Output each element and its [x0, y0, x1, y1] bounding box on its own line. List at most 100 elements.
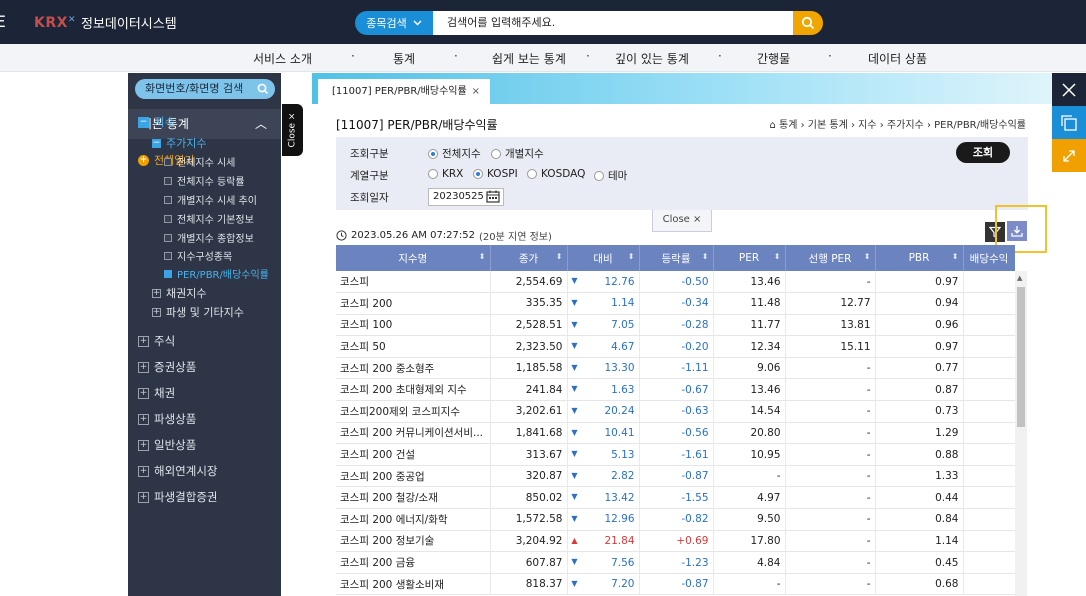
radio-kospi[interactable]: KOSPI [473, 168, 518, 180]
sidebar-tree-item[interactable]: 전체지수 기본정보 [164, 211, 254, 226]
cell-dividend-yield [963, 486, 1015, 510]
cell-forward-per: 12.77 [785, 292, 876, 315]
sidebar-tree-item[interactable]: 전체지수 등락률 [164, 173, 245, 188]
sidebar-tree-item[interactable]: + 해외연계시장 [138, 463, 217, 479]
table-row[interactable]: 코스피 200 335.35 ▼ 1.14 -0.34 11.48 12.77 0.94 [336, 292, 1015, 315]
radio-all-indices[interactable]: 전체지수 [428, 146, 481, 161]
top-header: Ξ KRX✕ 정보데이터시스템 종목검색 검색어를 입력해주세요. [0, 0, 1086, 44]
radio-kosdaq[interactable]: KOSDAQ [527, 168, 585, 180]
sidebar-tree-item[interactable]: + 일반상품 [138, 437, 196, 453]
tab-close-icon[interactable]: × [472, 79, 480, 104]
table-row[interactable]: 코스피 200 중소형주 1,185.58 ▼ 13.30 -1.11 9.06 - 0.77 [336, 357, 1015, 380]
table-row[interactable]: 코스피 200 초대형제외 지수 241.84 ▼ 1.63 -0.67 13.46 - 0.… [336, 378, 1015, 402]
menu-service-intro[interactable]: 서비스 소개 [253, 50, 312, 67]
sidebar-screen-search[interactable]: 화면번호/화면명 검색 [135, 79, 275, 99]
table-row[interactable]: 코스피 200 정보기술 3,204.92 ▲ 21.84 +0.69 17.80 - 1.1… [336, 530, 1015, 553]
col-dividend-yield[interactable]: 배당수익 [963, 245, 1015, 271]
table-row[interactable]: 코스피 200 금융 607.87 ▼ 7.56 -1.23 4.84 - 0.45 [336, 551, 1015, 574]
home-icon[interactable]: ⌂ [769, 120, 775, 131]
table-row[interactable]: 코스피 50 2,323.50 ▼ 4.67 -0.20 12.34 15.11 0.97 [336, 335, 1015, 358]
radio-unchecked-icon [594, 170, 604, 181]
cell-close-value: 2,554.69 [515, 275, 563, 288]
sidebar-tree-item[interactable]: + 증권상품 [138, 359, 196, 375]
radio-krx[interactable]: KRX [428, 168, 463, 180]
tab-per-pbr[interactable]: [11007] PER/PBR/배당수익률 × [318, 79, 490, 104]
sidebar-close-tab[interactable]: Close × [282, 104, 303, 156]
menu-publications[interactable]: 간행물 [757, 50, 790, 67]
cell-close: 313.67 [490, 443, 568, 466]
sidebar-tree-item[interactable]: 전체지수 시세 [164, 154, 235, 169]
cell-dividend-yield [963, 443, 1015, 466]
table-row[interactable]: 코스피 200 커뮤니케이션서비... 1,841.68 ▼ 10.41 -0.56 20… [336, 422, 1015, 445]
col-close[interactable]: 종가 ⬍ [490, 245, 568, 271]
table-row[interactable]: 코스피 200 에너지/화학 1,572.58 ▼ 12.96 -0.82 9.50 - 0.… [336, 508, 1015, 531]
breadcrumb-item[interactable]: 통계 [779, 120, 797, 131]
col-change-rate[interactable]: 등락률 ⬍ [639, 245, 714, 271]
cell-close: 2,323.50 [490, 335, 568, 358]
sidebar-tree-item[interactable]: − 주가지수 [152, 135, 206, 151]
sidebar-tree-item[interactable]: 개별지수 종합정보 [164, 230, 254, 245]
scroll-up-icon[interactable]: ▲ [1017, 274, 1022, 282]
breadcrumb-sep: › [879, 120, 884, 131]
menu-easy-statistics[interactable]: 쉽게 보는 통계 [492, 50, 566, 67]
sidebar-tree-item[interactable]: − 지수 [138, 114, 175, 130]
cell-dividend-yield [963, 465, 1015, 488]
cell-close-value: 1,185.58 [515, 362, 563, 375]
breadcrumb-item[interactable]: 주가지수 [887, 120, 924, 131]
search-input[interactable]: 검색어를 입력해주세요. [433, 11, 793, 35]
breadcrumb-item[interactable]: PER/PBR/배당수익률 [934, 120, 1026, 131]
sidebar-tree-item[interactable]: + 채권 [138, 385, 175, 401]
sidebar-tree-item[interactable]: 개별지수 시세 추이 [164, 192, 257, 207]
cell-pbr: 1.33 [875, 465, 964, 488]
sidebar-tree-item[interactable]: PER/PBR/배당수익률 [164, 266, 269, 281]
cell-forward-per: - [785, 443, 876, 466]
col-per[interactable]: PER ⬍ [713, 245, 786, 271]
col-change[interactable]: 대비 ⬍ [567, 245, 640, 271]
sidebar-tree-item[interactable]: + 파생결합증권 [138, 489, 217, 505]
table-row[interactable]: 코스피 200 중공업 320.87 ▼ 2.82 -0.87 - - 1.33 [336, 465, 1015, 488]
table-row[interactable]: 코스피 200 건설 313.67 ▼ 5.13 -1.61 10.95 - 0.88 [336, 443, 1015, 466]
filter-close-button[interactable]: Close × [652, 210, 712, 232]
cell-change-rate-value: -0.34 [681, 297, 709, 310]
col-pbr[interactable]: PBR ⬍ [875, 245, 964, 271]
radio-theme[interactable]: 테마 [594, 168, 627, 183]
cell-close-value: 1,841.68 [515, 426, 563, 439]
table-row[interactable]: 코스피200제외 코스피지수 3,202.61 ▼ 20.24 -0.63 14.54 - 0… [336, 400, 1015, 423]
sidebar-tree-item[interactable]: 지수구성종목 [164, 248, 232, 263]
cell-close: 3,202.61 [490, 400, 568, 423]
menu-statistics[interactable]: 통계 [393, 50, 415, 67]
arrow-down-icon: ▼ [571, 470, 578, 480]
menu-deep-statistics[interactable]: 깊이 있는 통계 [615, 50, 689, 67]
sidebar-tree-item[interactable]: + 채권지수 [152, 285, 206, 301]
sidebar-tree-item[interactable]: + 주식 [138, 333, 175, 349]
window-copy-button[interactable] [1052, 106, 1086, 139]
cell-dividend-yield [963, 314, 1015, 337]
table-row[interactable]: 코스피 2,554.69 ▼ 12.76 -0.50 13.46 - 0.97 [336, 271, 1015, 294]
col-forward-per[interactable]: 선행 PER ⬍ [785, 245, 876, 271]
search-category-select[interactable]: 종목검색 [355, 11, 433, 35]
vertical-scrollbar[interactable]: ▲ [1015, 271, 1027, 596]
radio-individual-index[interactable]: 개별지수 [491, 146, 544, 161]
radio-checked-icon [428, 148, 438, 159]
query-button[interactable]: 조회 [956, 142, 1010, 163]
close-all-button[interactable] [1052, 73, 1086, 106]
breadcrumb-item[interactable]: 지수 [858, 120, 876, 131]
breadcrumb-item[interactable]: 기본 통계 [808, 120, 848, 131]
sidebar-tree-item[interactable]: + 파생상품 [138, 411, 196, 427]
table-row[interactable]: 코스피 200 철강/소재 850.02 ▼ 13.42 -1.55 4.97 - 0.44 [336, 486, 1015, 510]
calendar-icon[interactable] [486, 190, 500, 203]
search-button[interactable] [793, 11, 823, 35]
menu-data-products[interactable]: 데이터 상품 [868, 50, 927, 67]
hamburger-menu-icon[interactable]: Ξ [0, 14, 6, 30]
krx-logo[interactable]: KRX✕ 정보데이터시스템 [34, 13, 177, 33]
col-index-name[interactable]: 지수명 ⬍ [336, 245, 491, 271]
expand-button[interactable] [1052, 139, 1086, 172]
scrollbar-thumb[interactable] [1017, 287, 1025, 427]
table-row[interactable]: 코스피 200 생활소비재 818.37 ▼ 7.20 -0.87 - - 0.68 [336, 573, 1015, 596]
sidebar-tree-item[interactable]: + 파생 및 기타지수 [152, 304, 244, 320]
expand-icon: + [138, 491, 149, 503]
table-row[interactable]: 코스피 100 2,528.51 ▼ 7.05 -0.28 11.77 13.81 0.96 [336, 314, 1015, 337]
collapse-icon: − [138, 116, 149, 128]
cell-change: ▼ 4.67 [567, 335, 640, 358]
sidebar: 화면번호/화면명 검색 기본 통계 ︿ + 전체열기 − 지수 − 주가지수 전체지수 … [128, 73, 281, 596]
